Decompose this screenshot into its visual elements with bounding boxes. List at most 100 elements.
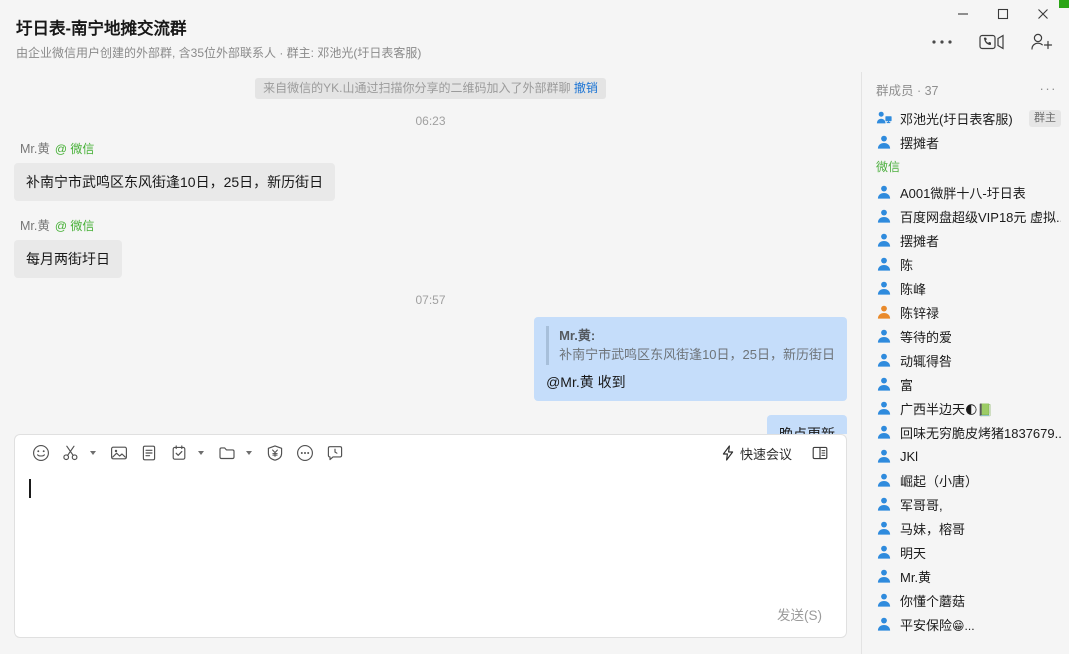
member-row[interactable]: 摆摊者: [862, 130, 1069, 154]
member-row[interactable]: 崛起（小唐）: [862, 468, 1069, 492]
message-bubble[interactable]: 补南宁市武鸣区东风街逢10日，25日，新历街日: [14, 163, 336, 201]
member-row[interactable]: 百度网盘超级VIP18元 虚拟...: [862, 204, 1069, 228]
message-sender: Mr.黄 @ 微信: [20, 138, 94, 157]
composer-send-row: 发送(S): [15, 591, 846, 637]
message-bubble[interactable]: 每月两街圩日: [14, 240, 122, 278]
chat-history-icon[interactable]: [321, 439, 349, 467]
member-name: 陈峰: [900, 281, 927, 297]
video-call-icon[interactable]: [979, 30, 1005, 54]
undo-link[interactable]: 撤销: [574, 81, 598, 95]
app-accent-sliver: [1059, 0, 1069, 8]
member-row[interactable]: 富: [862, 372, 1069, 396]
members-panel-header: 群成员 · 37 ···: [862, 72, 1069, 106]
member-row[interactable]: 军哥哥,: [862, 492, 1069, 516]
page-title: 圩日表-南宁地摊交流群: [16, 20, 187, 38]
member-row[interactable]: 马妹，榕哥: [862, 516, 1069, 540]
checklist-todo-icon[interactable]: [165, 439, 193, 467]
member-row[interactable]: 广西半边天🌓📗: [862, 396, 1069, 420]
timestamp: 06:23: [415, 114, 446, 128]
scissors-screenshot-icon[interactable]: [57, 439, 85, 467]
member-row[interactable]: A001微胖十八-圩日表: [862, 180, 1069, 204]
emoji-icon[interactable]: [27, 439, 55, 467]
image-icon[interactable]: [105, 439, 133, 467]
close-button[interactable]: [1023, 0, 1063, 28]
member-name: 陈: [900, 257, 914, 273]
todo-dropdown-chevron-down-icon[interactable]: [195, 440, 207, 466]
member-name: 崛起（小唐）: [900, 473, 979, 489]
member-avatar-icon: [876, 544, 892, 560]
member-name: 明天: [900, 545, 927, 561]
quick-meeting-label: 快速会议: [739, 446, 792, 462]
member-row[interactable]: 明天: [862, 540, 1069, 564]
member-name: 广西半边天🌓📗: [900, 401, 993, 417]
screenshot-dropdown-chevron-down-icon[interactable]: [87, 440, 99, 466]
member-name: 你懂个蘑菇: [900, 593, 966, 609]
member-name: 军哥哥,: [900, 497, 943, 513]
composer-toolbar: 快速会议: [15, 435, 846, 471]
more-options-icon[interactable]: [929, 30, 955, 54]
message-incoming: Mr.黄 @ 微信 补南宁市武鸣区东风街逢10日，25日，新历街日: [14, 138, 847, 201]
member-name: 百度网盘超级VIP18元 虚拟...: [900, 209, 1061, 225]
member-row[interactable]: 陈峰: [862, 276, 1069, 300]
maximize-button[interactable]: [983, 0, 1023, 28]
member-row[interactable]: 陈锌禄: [862, 300, 1069, 324]
members-more-icon[interactable]: ···: [1040, 82, 1058, 95]
system-message-row: 来自微信的YK.山通过扫描你分享的二维码加入了外部群聊 撤销: [14, 78, 847, 99]
quoted-text: 补南宁市武鸣区东风街逢10日，25日，新历街日: [559, 347, 835, 362]
member-row[interactable]: 陈: [862, 252, 1069, 276]
chat-subtitle: 由企业微信用户创建的外部群, 含35位外部联系人 · 群主: 邓池光(圩日表客服…: [16, 46, 422, 60]
member-row[interactable]: 你懂个蘑菇: [862, 588, 1069, 612]
member-row[interactable]: 回味无穷脆皮烤猪1837679...: [862, 420, 1069, 444]
member-name: 动辄得咎: [900, 353, 953, 369]
more-tools-icon[interactable]: [291, 439, 319, 467]
group-members-panel: 群成员 · 37 ··· 邓池光(圩日表客服) 群主 摆摊者 微信 A001微胖十八-圩…: [861, 72, 1069, 654]
member-avatar-icon: [876, 232, 892, 248]
add-member-icon[interactable]: [1029, 30, 1055, 54]
sender-name: Mr.黄: [20, 142, 50, 156]
window-controls: [943, 0, 1063, 28]
chat-header-info: 圩日表-南宁地摊交流群 由企业微信用户创建的外部群, 含35位外部联系人 · 群…: [16, 18, 421, 61]
member-avatar-icon: [876, 424, 892, 440]
window-titlebar: 圩日表-南宁地摊交流群 由企业微信用户创建的外部群, 含35位外部联系人 · 群…: [0, 0, 1069, 72]
member-row[interactable]: 等待的爱: [862, 324, 1069, 348]
side-panel-toggle-icon[interactable]: [806, 439, 834, 467]
member-name: Mr.黄: [900, 569, 932, 585]
send-button[interactable]: 发送(S): [771, 600, 828, 628]
member-row[interactable]: 平安保险😁...: [862, 612, 1069, 636]
timestamp-row-second: 07:57: [14, 293, 847, 307]
sender-name: Mr.黄: [20, 219, 50, 233]
system-message: 来自微信的YK.山通过扫描你分享的二维码加入了外部群聊 撤销: [255, 78, 606, 99]
member-row[interactable]: Mr.黄: [862, 564, 1069, 588]
red-packet-icon[interactable]: [261, 439, 289, 467]
members-list[interactable]: 邓池光(圩日表客服) 群主 摆摊者 微信 A001微胖十八-圩日表 百度网盘超级VIP18…: [862, 106, 1069, 654]
member-name-emoji: 😁...: [952, 618, 975, 633]
members-count-label: 群成员 · 37: [876, 83, 939, 98]
member-avatar-icon: [876, 184, 892, 200]
member-avatar-icon: [876, 110, 892, 126]
document-icon[interactable]: [135, 439, 163, 467]
message-bubble[interactable]: Mr.黄: 补南宁市武鸣区东风街逢10日，25日，新历街日 @Mr.黄 收到: [534, 317, 847, 401]
member-avatar-icon: [876, 496, 892, 512]
folder-icon[interactable]: [213, 439, 241, 467]
message-sender: Mr.黄 @ 微信: [20, 215, 94, 234]
member-row[interactable]: 动辄得咎: [862, 348, 1069, 372]
member-row[interactable]: JKl: [862, 444, 1069, 468]
timestamp-row-first: 06:23: [14, 114, 847, 128]
member-name: 回味无穷脆皮烤猪1837679...: [900, 425, 1061, 441]
folder-dropdown-chevron-down-icon[interactable]: [243, 440, 255, 466]
wechat-work-chat-window: 圩日表-南宁地摊交流群 由企业微信用户创建的外部群, 含35位外部联系人 · 群…: [0, 0, 1069, 654]
member-avatar-icon: [876, 616, 892, 632]
member-avatar-icon: [876, 304, 892, 320]
message-bubble[interactable]: 晚点更新: [767, 415, 847, 434]
member-name: 摆摊者: [900, 135, 940, 151]
text-cursor: [29, 478, 31, 498]
message-input[interactable]: [15, 471, 846, 591]
message-outgoing: Mr.黄: 补南宁市武鸣区东风街逢10日，25日，新历街日 @Mr.黄 收到: [14, 317, 847, 401]
member-avatar-icon: [876, 352, 892, 368]
sender-source-tag: @ 微信: [54, 219, 95, 233]
minimize-button[interactable]: [943, 0, 983, 28]
quick-meeting-button[interactable]: 快速会议: [721, 444, 792, 463]
message-list[interactable]: 来自微信的YK.山通过扫描你分享的二维码加入了外部群聊 撤销 06:23 Mr.…: [0, 72, 861, 434]
member-row[interactable]: 摆摊者: [862, 228, 1069, 252]
member-row[interactable]: 邓池光(圩日表客服) 群主: [862, 106, 1069, 130]
